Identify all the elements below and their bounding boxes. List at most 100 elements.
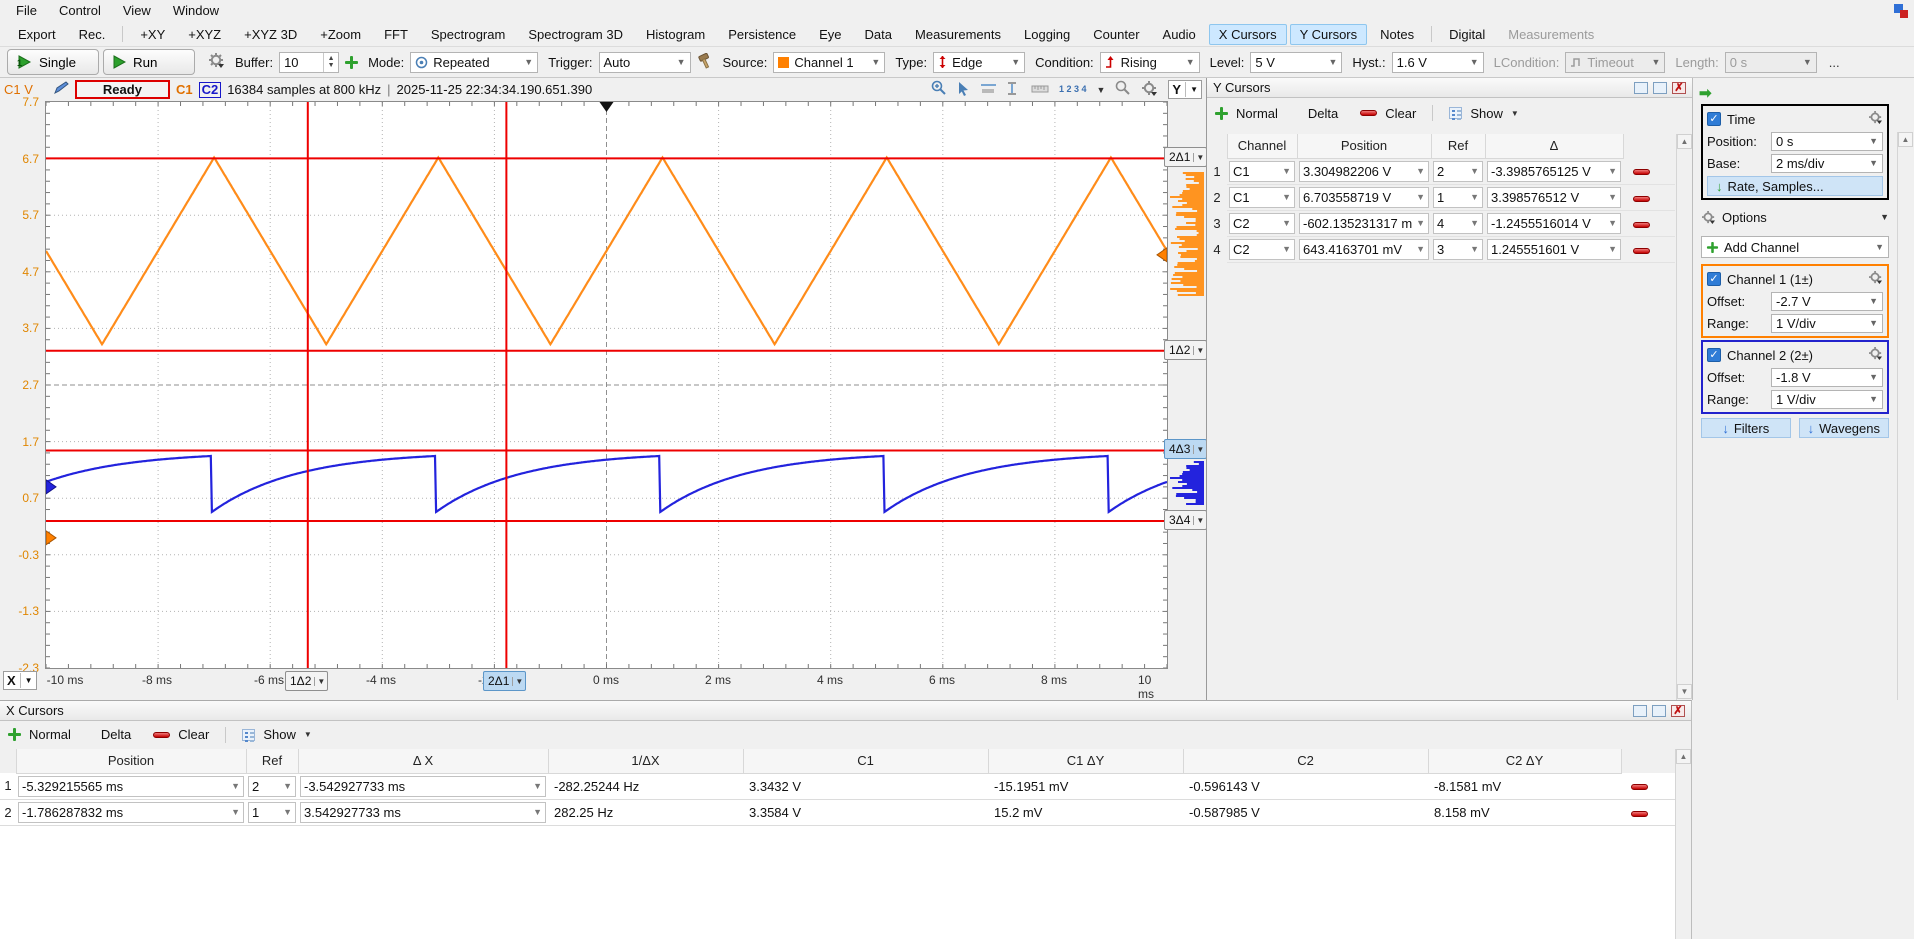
x-cursor-ref-select[interactable]: 2▼ xyxy=(248,776,296,797)
y-clear-button[interactable]: Clear xyxy=(1385,106,1416,121)
menu-control[interactable]: Control xyxy=(49,0,111,22)
y-normal-button[interactable]: Normal xyxy=(1236,106,1278,121)
menu-file[interactable]: File xyxy=(6,0,47,22)
toolbar-overflow[interactable]: ... xyxy=(1829,55,1840,70)
view-tab--xyz[interactable]: +XYZ xyxy=(178,24,231,45)
view-tab-eye[interactable]: Eye xyxy=(809,24,851,45)
measure-dropdown-icon[interactable]: ▼ xyxy=(1096,85,1105,95)
x-table-scrollbar[interactable]: ▲ xyxy=(1675,749,1691,939)
y-cursor-channel-select[interactable]: C1▼ xyxy=(1229,161,1295,182)
view-tab-logging[interactable]: Logging xyxy=(1014,24,1080,45)
y-cursor-position-select[interactable]: 6.703558719 V▼ xyxy=(1299,187,1429,208)
x-cursor-dx-select[interactable]: 3.542927733 ms▼ xyxy=(300,802,546,823)
channel2-checkbox[interactable]: ✓ xyxy=(1707,348,1721,362)
channel1-range-select[interactable]: 1 V/div▼ xyxy=(1771,314,1883,333)
x-cursor-delete-cursor-button[interactable] xyxy=(1631,784,1648,790)
channel1-gear-icon[interactable] xyxy=(1868,271,1883,287)
y-delta-box-2Δ1[interactable]: 2Δ1▼ xyxy=(1164,147,1207,167)
y-delta-button[interactable]: Delta xyxy=(1308,106,1338,121)
y-cursor-delete-cursor-button[interactable] xyxy=(1633,196,1650,202)
y-cursor-delta-select[interactable]: 1.245551601 V▼ xyxy=(1487,239,1621,260)
y-cursor-ref-select[interactable]: 3▼ xyxy=(1433,239,1483,260)
options-row[interactable]: Options ▼ xyxy=(1701,206,1889,228)
y-clear-icon[interactable] xyxy=(1360,110,1377,116)
menu-window[interactable]: Window xyxy=(163,0,229,22)
y-cursor-ref-select[interactable]: 2▼ xyxy=(1433,161,1483,182)
time-checkbox[interactable]: ✓ xyxy=(1707,112,1721,126)
condition-select[interactable]: Rising▼ xyxy=(1100,52,1200,73)
view-tab--xy[interactable]: +XY xyxy=(130,24,175,45)
y-table-scrollbar[interactable]: ▲ ▼ xyxy=(1676,134,1693,700)
y-show-button[interactable]: Show xyxy=(1470,106,1503,121)
y-panel-maximize-button[interactable] xyxy=(1653,82,1667,94)
pointer-tool-icon[interactable] xyxy=(957,81,970,99)
view-tab-spectrogram[interactable]: Spectrogram xyxy=(421,24,515,45)
c2-tag[interactable]: C2 xyxy=(199,82,222,98)
view-tab--zoom[interactable]: +Zoom xyxy=(310,24,371,45)
trigger-select[interactable]: Auto▼ xyxy=(599,52,691,73)
type-select[interactable]: Edge▼ xyxy=(933,52,1025,73)
sidebar-scrollbar[interactable]: ▲ xyxy=(1897,132,1914,700)
wavegens-button[interactable]: ↓Wavegens xyxy=(1799,418,1889,438)
view-tab-fft[interactable]: FFT xyxy=(374,24,418,45)
y-delta-box-1Δ2[interactable]: 1Δ2▼ xyxy=(1164,340,1207,360)
single-button[interactable]: 1 Single xyxy=(8,50,98,74)
view-tab-audio[interactable]: Audio xyxy=(1153,24,1206,45)
x-add-normal-icon[interactable] xyxy=(8,728,21,741)
waveform-plot[interactable] xyxy=(45,101,1168,669)
x-clear-button[interactable]: Clear xyxy=(178,727,209,742)
y-cursor-position-select[interactable]: -602.135231317 m▼ xyxy=(1299,213,1429,234)
time-base-select[interactable]: 2 ms/div▼ xyxy=(1771,154,1883,173)
zoom-tool-icon[interactable] xyxy=(1115,80,1131,99)
y-panel-float-button[interactable] xyxy=(1634,82,1648,94)
x-delta-button[interactable]: Delta xyxy=(101,727,131,742)
y-cursor-delta-select[interactable]: -1.2455516014 V▼ xyxy=(1487,213,1621,234)
y-show-icon[interactable] xyxy=(1449,107,1462,119)
x-cursor-ref-select[interactable]: 1▼ xyxy=(248,802,296,823)
trigger-hammer-icon[interactable] xyxy=(697,53,713,72)
channel2-gear-icon[interactable] xyxy=(1868,347,1883,363)
channel2-range-select[interactable]: 1 V/div▼ xyxy=(1771,390,1883,409)
y-cursor-position-select[interactable]: 643.4163701 mV▼ xyxy=(1299,239,1429,260)
x-clear-icon[interactable] xyxy=(153,732,170,738)
hysteresis-select[interactable]: 1.6 V▼ xyxy=(1392,52,1484,73)
run-button[interactable]: Run xyxy=(104,50,194,74)
y-axis-selector[interactable]: Y▼ xyxy=(1168,80,1202,99)
x-normal-button[interactable]: Normal xyxy=(29,727,71,742)
x-panel-close-button[interactable]: ✗ xyxy=(1671,705,1685,717)
add-channel-button[interactable]: Add Channel▼ xyxy=(1701,236,1889,258)
level-select[interactable]: 5 V▼ xyxy=(1250,52,1342,73)
x-cursor-delete-cursor-button[interactable] xyxy=(1631,811,1648,817)
menu-view[interactable]: View xyxy=(113,0,161,22)
x-cursor-dx-select[interactable]: -3.542927733 ms▼ xyxy=(300,776,546,797)
view-tab-measurements[interactable]: Measurements xyxy=(905,24,1011,45)
view-tab-spectrogram-3d[interactable]: Spectrogram 3D xyxy=(518,24,633,45)
c1-tag[interactable]: C1 xyxy=(176,82,193,97)
filters-button[interactable]: ↓Filters xyxy=(1701,418,1791,438)
x-panel-maximize-button[interactable] xyxy=(1652,705,1666,717)
buffer-spinner[interactable]: 10 ▲▼ xyxy=(279,52,339,73)
edit-pencil-icon[interactable] xyxy=(53,81,69,98)
acquisition-gear-icon[interactable] xyxy=(208,53,225,71)
buffer-spin-arrows[interactable]: ▲▼ xyxy=(323,53,338,72)
x-cursor-position-select[interactable]: -1.786287832 ms▼ xyxy=(18,802,244,823)
view-tab-counter[interactable]: Counter xyxy=(1083,24,1149,45)
y-panel-close-button[interactable]: ✗ xyxy=(1672,82,1686,94)
x-panel-float-button[interactable] xyxy=(1633,705,1647,717)
y-cursor-channel-select[interactable]: C2▼ xyxy=(1229,239,1295,260)
y-cursor-channel-select[interactable]: C1▼ xyxy=(1229,187,1295,208)
horizontal-cursor-tool-icon[interactable] xyxy=(980,81,997,98)
y-cursor-delete-cursor-button[interactable] xyxy=(1633,222,1650,228)
rate-samples-button[interactable]: ↓Rate, Samples... xyxy=(1707,176,1883,196)
vertical-cursor-tool-icon[interactable] xyxy=(1007,81,1021,99)
x-show-icon[interactable] xyxy=(242,729,255,741)
view-tab-digital[interactable]: Digital xyxy=(1439,24,1495,45)
x-delta-box-1Δ2[interactable]: 1Δ2▼ xyxy=(285,671,328,691)
plot-settings-gear-icon[interactable] xyxy=(1141,81,1158,99)
view-tab-persistence[interactable]: Persistence xyxy=(718,24,806,45)
y-cursor-delete-cursor-button[interactable] xyxy=(1633,169,1650,175)
view-tab-export[interactable]: Export xyxy=(8,24,66,45)
y-cursor-delta-select[interactable]: 3.398576512 V▼ xyxy=(1487,187,1621,208)
y-cursor-channel-select[interactable]: C2▼ xyxy=(1229,213,1295,234)
quick-measure-icon[interactable]: 1 2 3 4 xyxy=(1059,85,1087,94)
